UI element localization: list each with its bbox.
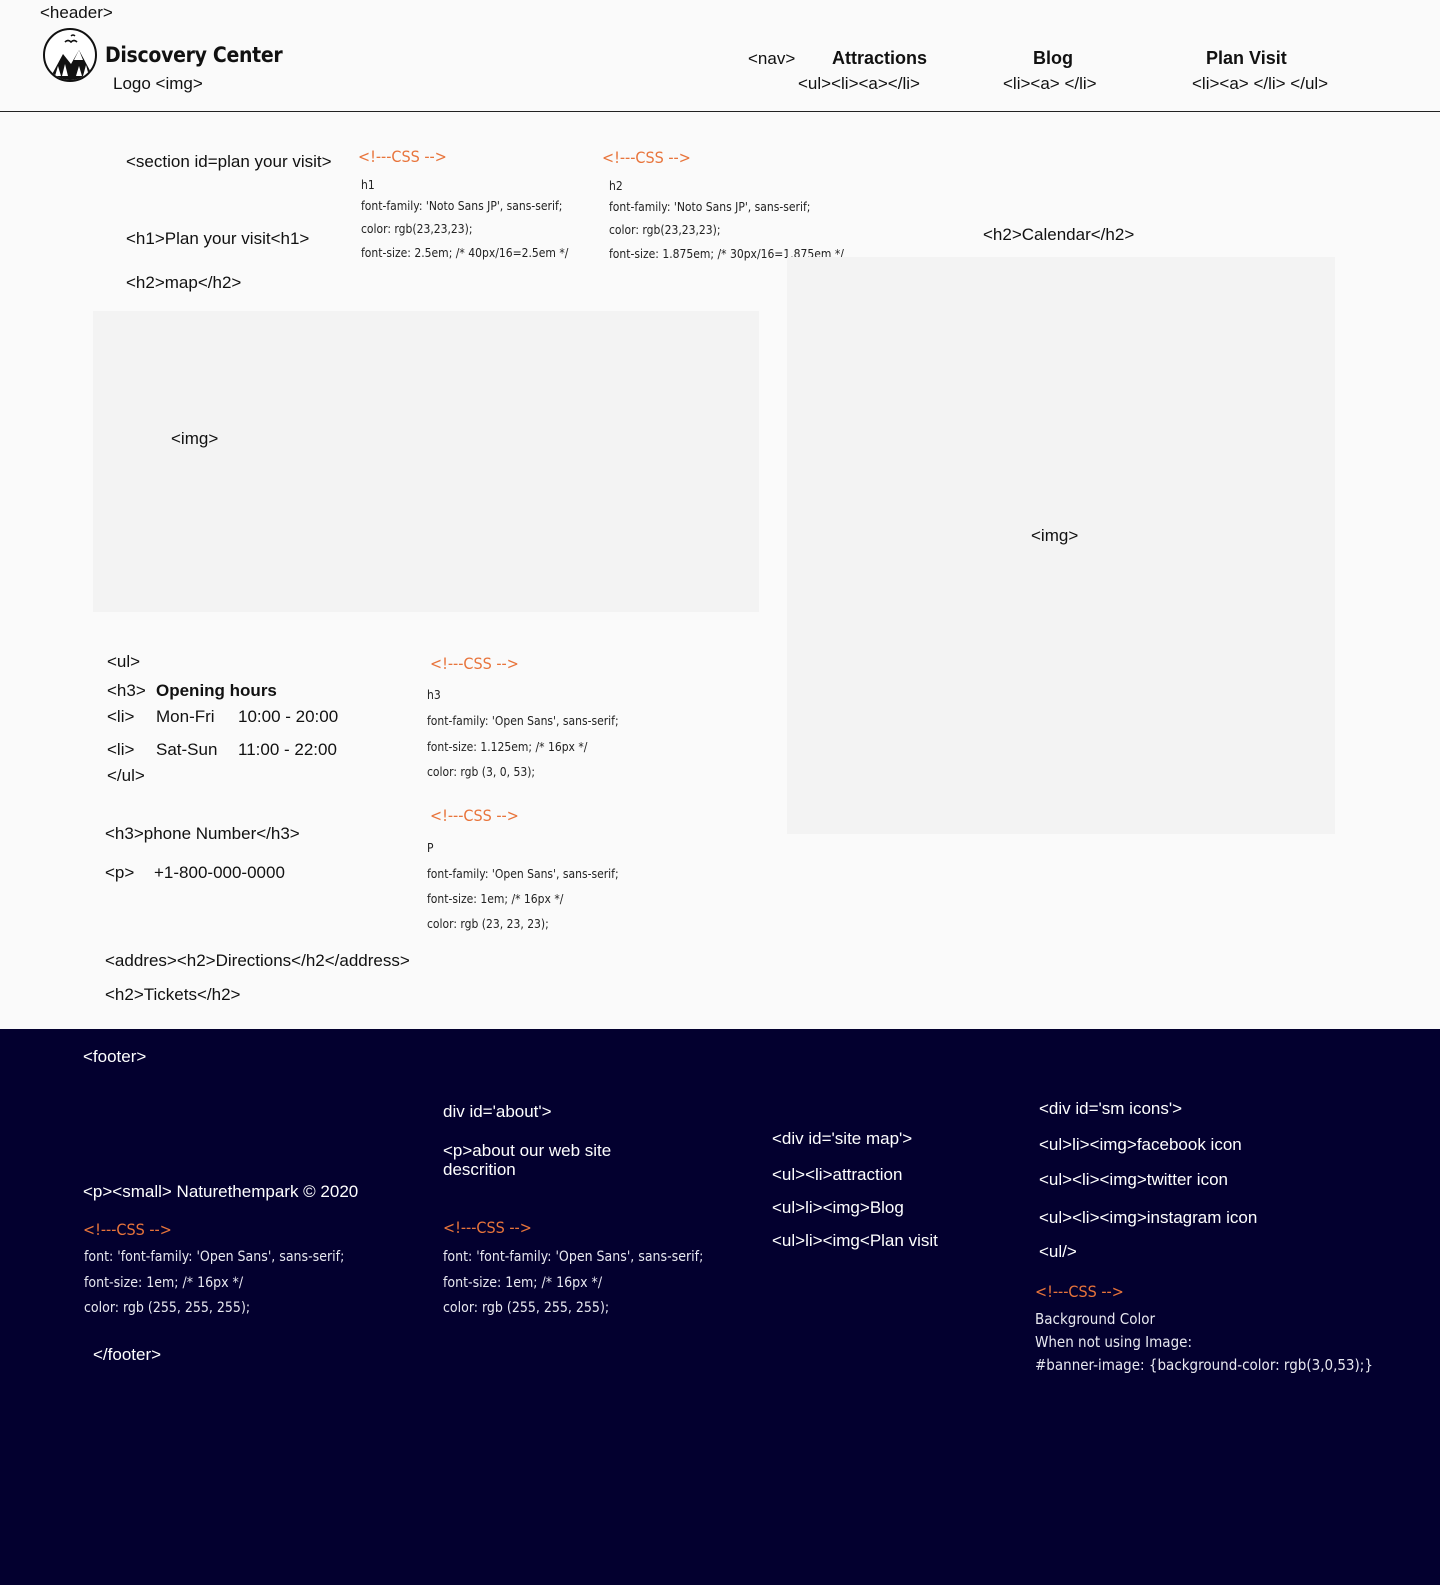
css-h3-line: color: rgb (3, 0, 53);	[427, 765, 536, 779]
sitemap-item-plan-visit[interactable]: <ul>li><img<Plan visit	[772, 1231, 938, 1251]
footer-region: <footer> <p><small> Naturethempark © 202…	[0, 1029, 1440, 1585]
nav-blog-sub: <li><a> </li>	[1003, 74, 1097, 93]
phone-h3-tag: <h3>phone Number</h3>	[105, 824, 300, 843]
logo-icon[interactable]	[43, 28, 97, 82]
nav-attractions-sub: <ul><li><a></li>	[798, 74, 920, 93]
footer-css-comment: <!---CSS -->	[83, 1220, 172, 1239]
footer-css-line: font-size: 1em; /* 16px */	[84, 1275, 244, 1291]
p-tag: <p>	[105, 863, 135, 882]
sm-css-line: Background Color	[1035, 1310, 1155, 1328]
h2-map-tag: <h2>map</h2>	[126, 273, 242, 292]
css-h1-selector: h1	[361, 178, 375, 192]
brand-name[interactable]: Discovery Center	[105, 43, 283, 67]
sm-css-comment: <!---CSS -->	[1035, 1282, 1124, 1301]
facebook-icon-item[interactable]: <ul>li><img>facebook icon	[1039, 1135, 1242, 1155]
css-h1-line: color: rgb(23,23,23);	[361, 222, 473, 236]
ul-close-tag: </ul>	[107, 766, 145, 785]
sitemap-item-attraction[interactable]: <ul><li>attraction	[772, 1165, 902, 1185]
nav-plan-visit-sub: <li><a> </li> </ul>	[1192, 74, 1329, 93]
nav-tag: <nav>	[748, 49, 796, 68]
sitemap-div-tag: <div id='site map'>	[772, 1129, 913, 1148]
li-tag: <li>	[107, 740, 135, 759]
map-image-placeholder	[93, 311, 759, 612]
header-region: <header> Discovery Center Logo <img> <na…	[0, 0, 1440, 112]
instagram-icon-item[interactable]: <ul><li><img>instagram icon	[1039, 1208, 1257, 1228]
css-h2-line: font-family: 'Noto Sans JP', sans-serif;	[609, 200, 811, 214]
about-css-comment: <!---CSS -->	[443, 1218, 532, 1237]
twitter-icon-item[interactable]: <ul><li><img>twitter icon	[1039, 1170, 1228, 1190]
opening-hours-title: Opening hours	[156, 681, 277, 700]
css-h2-comment: <!---CSS -->	[602, 148, 691, 167]
css-p-line: font-size: 1em; /* 16px */	[427, 892, 564, 906]
footer-close-tag: </footer>	[93, 1345, 162, 1364]
css-p-line: font-family: 'Open Sans', sans-serif;	[427, 867, 619, 881]
h2-calendar-tag: <h2>Calendar</h2>	[983, 225, 1135, 244]
sm-icons-div-tag: <div id='sm icons'>	[1039, 1099, 1183, 1118]
sm-css-line: #banner-image: {background-color: rgb(3,…	[1035, 1356, 1373, 1374]
h1-tag: <h1>Plan your visit<h1>	[126, 229, 310, 248]
sm-css-line: When not using Image:	[1035, 1333, 1192, 1351]
nav-plan-visit[interactable]: Plan Visit	[1206, 48, 1287, 69]
hours-time: 10:00 - 20:00	[238, 707, 339, 726]
css-p-line: color: rgb (23, 23, 23);	[427, 917, 549, 931]
css-h2-line: color: rgb(23,23,23);	[609, 223, 721, 237]
css-p-selector: P	[427, 841, 434, 855]
footer-css-line: color: rgb (255, 255, 255);	[84, 1300, 251, 1316]
logo-label: Logo <img>	[113, 74, 203, 93]
footer-css-line: font: 'font-family: 'Open Sans', sans-se…	[84, 1249, 345, 1265]
h3-tag: <h3>	[107, 681, 146, 700]
phone-number[interactable]: +1-800-000-0000	[154, 863, 285, 883]
directions-tag: <addres><h2>Directions</h2</address>	[105, 951, 410, 970]
about-p: <p>about our web site	[443, 1141, 612, 1160]
hours-days: Sat-Sun	[156, 740, 218, 759]
header-tag: <header>	[40, 3, 113, 22]
ul-close-tag: <ul/>	[1039, 1242, 1077, 1261]
about-css-line: color: rgb (255, 255, 255);	[443, 1300, 610, 1316]
footer-open-tag: <footer>	[83, 1047, 147, 1066]
nav-blog[interactable]: Blog	[1033, 48, 1073, 69]
sitemap-item-blog[interactable]: <ul>li><img>Blog	[772, 1198, 904, 1218]
css-h3-line: font-family: 'Open Sans', sans-serif;	[427, 714, 619, 728]
nav-attractions[interactable]: Attractions	[832, 48, 927, 69]
about-css-line: font-size: 1em; /* 16px */	[443, 1275, 603, 1291]
about-div-tag: div id='about'>	[443, 1102, 552, 1121]
tickets-tag: <h2>Tickets</h2>	[105, 985, 241, 1004]
map-img-tag: <img>	[171, 429, 219, 448]
li-tag: <li>	[107, 707, 135, 726]
css-h3-selector: h3	[427, 688, 441, 702]
about-p-line2: descrition	[443, 1160, 516, 1179]
about-css-line: font: 'font-family: 'Open Sans', sans-se…	[443, 1249, 704, 1265]
css-h2-selector: h2	[609, 179, 623, 193]
section-tag: <section id=plan your visit>	[126, 152, 332, 171]
css-h3-line: font-size: 1.125em; /* 16px */	[427, 740, 588, 754]
ul-open-tag: <ul>	[107, 652, 141, 671]
css-h1-line: font-size: 2.5em; /* 40px/16=2.5em */	[361, 246, 569, 260]
hours-time: 11:00 - 22:00	[238, 740, 337, 759]
css-h3-comment: <!---CSS -->	[430, 654, 519, 673]
css-h1-comment: <!---CSS -->	[358, 147, 447, 166]
css-p-comment: <!---CSS -->	[430, 806, 519, 825]
hours-days: Mon-Fri	[156, 707, 215, 726]
css-h1-line: font-family: 'Noto Sans JP', sans-serif;	[361, 199, 563, 213]
calendar-img-tag: <img>	[1031, 526, 1079, 545]
footer-copyright: <p><small> Naturethempark © 2020	[83, 1182, 359, 1201]
